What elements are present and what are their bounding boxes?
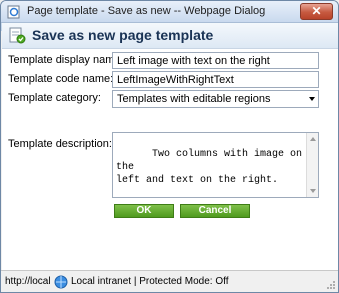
title-bar[interactable]: Page template - Save as new -- Webpage D… <box>1 1 338 23</box>
ie-page-icon <box>7 5 20 19</box>
description-text: Two columns with image on the left and t… <box>116 149 303 186</box>
category-selected-value: Templates with editable regions <box>117 93 271 105</box>
dialog-content: Save as new page template Template displ… <box>2 23 338 271</box>
security-zone-text: Local intranet | Protected Mode: Off <box>71 276 229 287</box>
display-name-field[interactable]: Left image with text on the right <box>112 52 319 69</box>
dialog-header: Save as new page template <box>2 23 338 49</box>
save-template-icon <box>9 27 26 44</box>
status-url: http://localhost <box>5 276 51 287</box>
description-textarea[interactable]: Two columns with image on the left and t… <box>112 132 319 198</box>
description-label: Template description: <box>8 138 112 150</box>
window-title: Page template - Save as new -- Webpage D… <box>27 5 266 17</box>
code-name-label: Template code name: <box>8 73 114 85</box>
close-button[interactable]: ✕ <box>300 3 333 20</box>
description-scrollbar[interactable] <box>306 133 318 197</box>
code-name-field[interactable]: LeftImageWithRightText <box>112 71 319 88</box>
intranet-zone-icon <box>54 275 68 289</box>
chevron-down-icon[interactable] <box>309 97 315 101</box>
status-bar: http://localhost Local intranet | Protec… <box>1 270 338 292</box>
scroll-up-arrow-icon[interactable] <box>310 137 316 141</box>
category-label: Template category: <box>8 92 101 104</box>
scroll-down-arrow-icon[interactable] <box>310 189 316 193</box>
category-select[interactable]: Templates with editable regions <box>112 90 319 108</box>
page-title: Save as new page template <box>32 27 214 43</box>
cancel-button[interactable]: Cancel <box>180 204 250 218</box>
ok-button[interactable]: OK <box>114 204 174 218</box>
dialog-window: Page template - Save as new -- Webpage D… <box>0 0 339 293</box>
resize-grip-icon[interactable] <box>326 280 336 290</box>
display-name-label: Template display name: <box>8 54 124 66</box>
